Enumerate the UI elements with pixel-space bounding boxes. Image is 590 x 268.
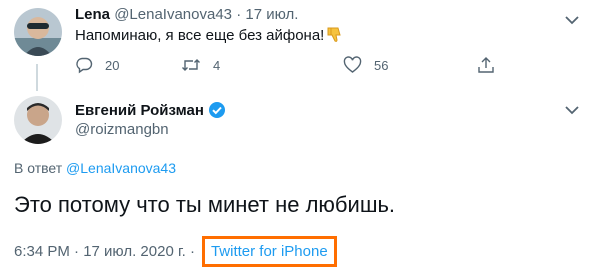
reply-author-name[interactable]: Lena <box>75 6 110 23</box>
tweet-meta: 6:34 PM · 17 июл. 2020 г. · Twitter for … <box>14 236 337 267</box>
heart-icon <box>343 56 362 73</box>
retweet-action[interactable]: 4 <box>181 56 220 74</box>
retweet-count: 4 <box>213 57 221 73</box>
thumbs-down-icon <box>327 27 342 42</box>
reply-text: Напоминаю, я все еще без айфона! <box>75 27 325 44</box>
reply-to-handle-link[interactable]: @LenaIvanova43 <box>66 160 176 176</box>
reply-more-chevron-icon[interactable] <box>562 10 582 30</box>
retweet-icon <box>182 59 200 71</box>
tweet-timestamp[interactable]: 6:34 PM · 17 июл. 2020 г. · <box>14 243 195 260</box>
like-count: 56 <box>374 57 389 73</box>
reply-author-handle[interactable]: @LenaIvanova43 <box>114 6 232 23</box>
share-icon <box>478 57 494 73</box>
thread-connector <box>36 64 38 91</box>
reply-separator: · <box>236 6 242 23</box>
verified-badge-icon <box>208 102 225 118</box>
reply-header: Lena @LenaIvanova43 · 17 июл. <box>75 6 298 23</box>
reply-date[interactable]: 17 июл. <box>245 6 298 23</box>
main-tweet-text: Это потому что ты минет не любишь. <box>14 192 396 217</box>
reply-to-prefix: В ответ <box>14 160 63 176</box>
like-action[interactable]: 56 <box>343 56 388 74</box>
reply-avatar[interactable] <box>14 8 62 56</box>
reply-action[interactable]: 20 <box>75 56 119 74</box>
main-author-handle[interactable]: @roizmangbn <box>75 121 169 138</box>
tweet-source-link[interactable]: Twitter for iPhone <box>201 236 337 267</box>
replying-to: В ответ @LenaIvanova43 <box>14 160 176 176</box>
reply-count: 20 <box>105 57 120 73</box>
main-author-name[interactable]: Евгений Ройзман <box>75 102 204 119</box>
main-author: Евгений Ройзман <box>75 101 226 119</box>
reply-body: Напоминаю, я все еще без айфона! <box>75 26 344 44</box>
main-more-chevron-icon[interactable] <box>562 100 582 120</box>
main-avatar[interactable] <box>14 96 62 144</box>
comment-icon <box>76 57 93 74</box>
share-action[interactable] <box>477 56 507 74</box>
